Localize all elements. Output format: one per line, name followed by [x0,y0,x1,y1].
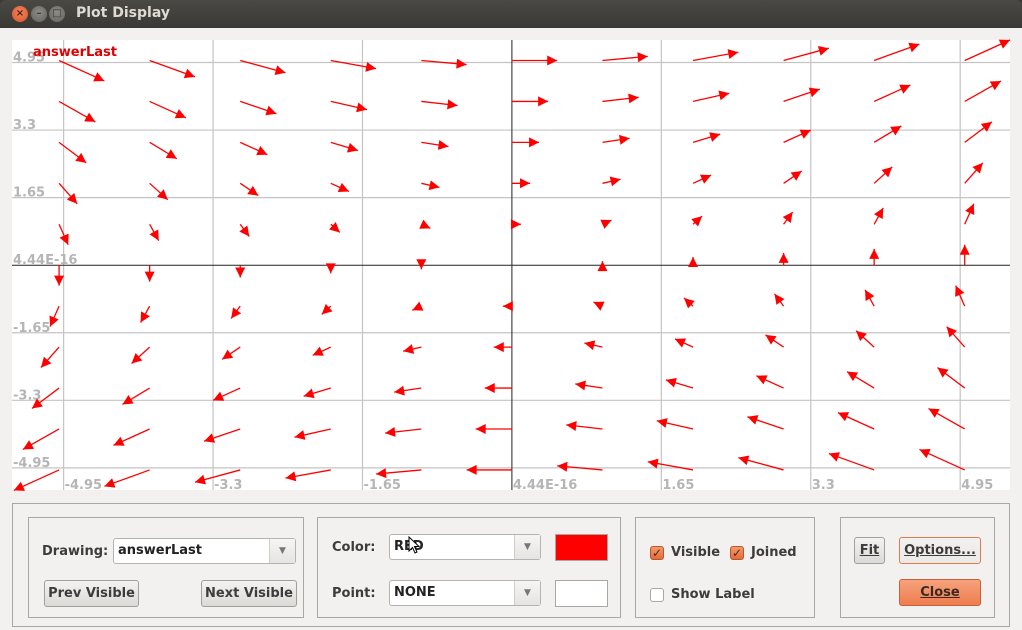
joined-checkbox[interactable]: ✓ [730,546,744,560]
title-bar: × – □ Plot Display [0,0,1022,28]
x-tick-label: 4.44E-16 [513,478,577,493]
checkmark-icon: ✓ [651,546,663,560]
show-label-label[interactable]: Show Label [671,587,755,602]
x-tick-label: 1.65 [662,478,694,493]
vector-field-plot[interactable]: 4.953.31.654.44E-16-1.65-3.3-4.95-4.95 -3… [0,28,1022,500]
close-icon: × [15,8,25,19]
checkmark-icon: ✓ [731,546,743,560]
fit-button-label: Fit [859,543,880,558]
plot-area: 4.95 3.3 1.65 4.44E-16 -1.65 -3.3 -4.95 -4.95 -3… [0,28,1022,500]
x-tick-label: 4.95 [961,478,993,493]
y-tick-label: -1.65 [13,321,50,336]
chevron-down-icon[interactable]: ▼ [269,539,295,563]
show-label-checkbox[interactable] [650,588,664,602]
next-visible-button[interactable]: Next Visible [201,580,297,607]
x-tick-label: -3.3 [214,478,242,493]
y-tick-label: 3.3 [13,118,36,133]
visible-label[interactable]: Visible [671,545,720,560]
drawing-group: Drawing: answerLast ▼ Prev Visible Next … [28,517,304,618]
x-tick-label: 3.3 [812,478,835,493]
window-close-button[interactable]: × [12,6,28,22]
x-tick-label: -1.65 [363,478,400,493]
color-swatch[interactable] [555,534,608,561]
joined-label[interactable]: Joined [751,545,797,560]
controls-panel: Drawing: answerLast ▼ Prev Visible Next … [12,503,1010,627]
drawing-select-value: answerLast [118,543,203,558]
options-button[interactable]: Options... [899,537,981,564]
visible-checkbox[interactable]: ✓ [650,546,664,560]
chevron-down-icon[interactable]: ▼ [514,535,540,559]
drawing-label: Drawing: [42,544,109,559]
chevron-down-icon[interactable]: ▼ [514,581,540,605]
point-swatch[interactable] [555,580,608,607]
window-minimize-button[interactable]: – [31,6,47,22]
maximize-icon: □ [52,8,62,19]
fit-button[interactable]: Fit [854,537,885,564]
y-tick-label: 4.44E-16 [13,253,77,268]
drawing-select[interactable]: answerLast ▼ [113,538,296,564]
window-title: Plot Display [76,5,170,21]
series-label: answerLast [33,45,117,60]
window-maximize-button[interactable]: □ [49,6,65,22]
plot-display-window: 4.95 3.3 1.65 4.44E-16 -1.65 -3.3 -4.95 -4.95 -3… [0,28,1022,630]
actions-group: Fit Options... Close [840,517,995,618]
point-select-value: NONE [394,585,436,600]
point-select[interactable]: NONE ▼ [389,580,541,606]
visibility-group: ✓ Visible ✓ Joined Show Label [635,517,815,618]
minimize-icon: – [36,8,42,19]
close-button[interactable]: Close [899,579,981,606]
prev-visible-button[interactable]: Prev Visible [44,580,139,607]
color-label: Color: [332,540,376,555]
style-group: Color: RED ▼ Point: NONE ▼ [317,517,621,618]
options-button-label: Options... [904,543,976,558]
x-tick-label: -4.95 [65,478,102,493]
mouse-pointer-icon [408,536,421,554]
y-tick-label: 1.65 [13,186,45,201]
point-label: Point: [332,586,376,601]
close-button-label: Close [920,585,960,600]
y-tick-label: -4.95 [13,456,50,471]
